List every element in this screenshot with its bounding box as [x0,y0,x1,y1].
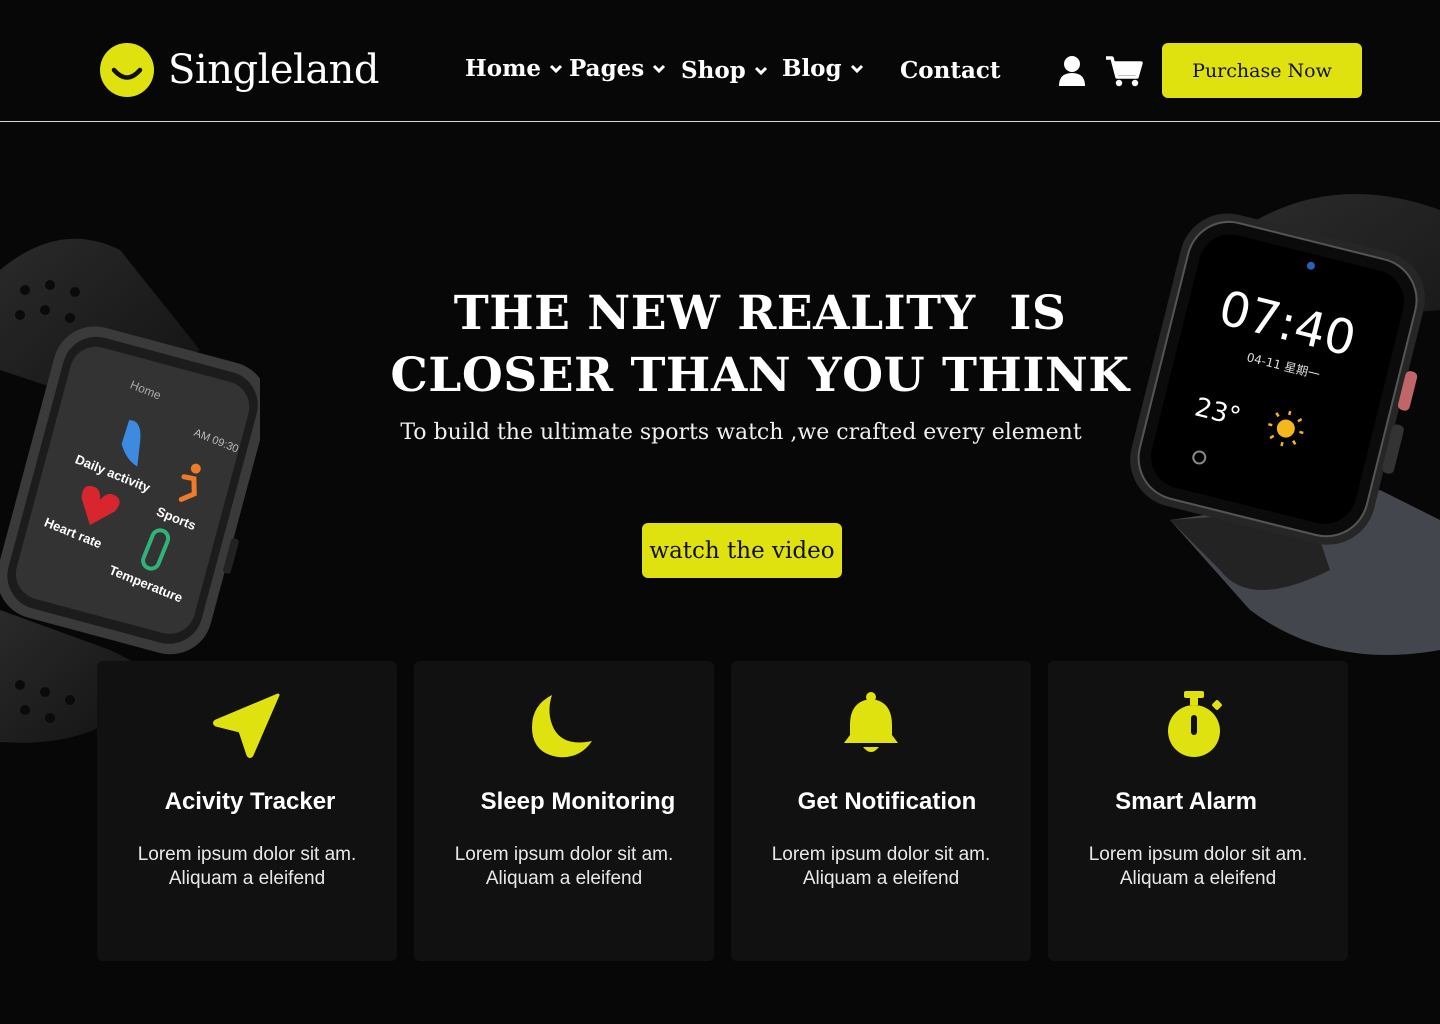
hero-title: THE NEW REALITY IS CLOSER THAN YOU THINK [330,283,1190,407]
logo[interactable]: Singleland [100,43,380,97]
user-icon[interactable] [1058,55,1086,87]
feature-title: Smart Alarm [1115,788,1257,815]
watch-video-button[interactable]: watch the video [642,523,842,578]
feature-description-line: Lorem ipsum dolor sit am. [454,844,674,865]
hero-title-line: CLOSER THAN YOU THINK [390,348,1130,403]
feature-description: Lorem ipsum dolor sit am. Aliquam a elei… [731,843,1031,891]
feature-description-line: Aliquam a eleifend [168,868,326,889]
nav-item-blog[interactable]: Blog [782,55,864,82]
hero-title-line: THE NEW REALITY IS [453,286,1067,341]
feature-description: Lorem ipsum dolor sit am. Aliquam a elei… [414,843,714,891]
chevron-down-icon [653,64,666,73]
nav-item-label: Pages [569,55,645,82]
feature-title: Get Notification [797,788,977,815]
feature-description-line: Aliquam a eleifend [802,868,960,889]
nav-item-pages[interactable]: Pages [569,55,666,82]
feature-description-line: Lorem ipsum dolor sit am. [137,844,357,865]
cart-icon[interactable] [1105,55,1143,87]
hero-subtitle: To build the ultimate sports watch ,we c… [400,420,1082,445]
stopwatch-icon [1168,691,1222,757]
nav-item-label: Shop [681,57,746,84]
feature-title: Sleep Monitoring [480,788,676,815]
nav-item-label: Blog [782,55,842,82]
top-navbar: Singleland Home Pages Shop Blog Contact … [0,0,1440,122]
feature-description: Lorem ipsum dolor sit am. Aliquam a elei… [97,843,397,891]
chevron-down-icon [850,64,863,73]
nav-item-home[interactable]: Home [465,55,563,82]
feature-card-smart-alarm[interactable]: Smart Alarm Lorem ipsum dolor sit am. Al… [1048,661,1348,961]
navigation-arrow-icon [213,693,280,758]
feature-description-line: Aliquam a eleifend [485,868,643,889]
feature-card-sleep-monitoring[interactable]: Sleep Monitoring Lorem ipsum dolor sit a… [414,661,714,961]
brand-name: Singleland [168,47,380,93]
right-smartwatch-image: 07:40 04-11 星期一 23° [1130,194,1440,655]
feature-description: Lorem ipsum dolor sit am. Aliquam a elei… [1048,843,1348,891]
feature-description-line: Aliquam a eleifend [1119,868,1277,889]
feature-title: Acivity Tracker [164,788,336,815]
purchase-now-button[interactable]: Purchase Now [1162,43,1362,98]
chevron-down-icon [754,66,767,75]
feature-card-get-notification[interactable]: Get Notification Lorem ipsum dolor sit a… [731,661,1031,961]
nav-item-shop[interactable]: Shop [681,57,768,84]
bell-icon [844,692,898,752]
moon-icon [532,695,592,758]
nav-item-label: Contact [900,57,1001,84]
feature-description-line: Lorem ipsum dolor sit am. [1088,844,1308,865]
feature-description-line: Lorem ipsum dolor sit am. [771,844,991,865]
nav-item-contact[interactable]: Contact [900,57,1001,84]
nav-item-label: Home [465,55,542,82]
feature-card-activity-tracker[interactable]: Acivity Tracker Lorem ipsum dolor sit am… [97,661,397,961]
chevron-down-icon [549,64,563,73]
smiley-logo-icon [100,43,154,97]
